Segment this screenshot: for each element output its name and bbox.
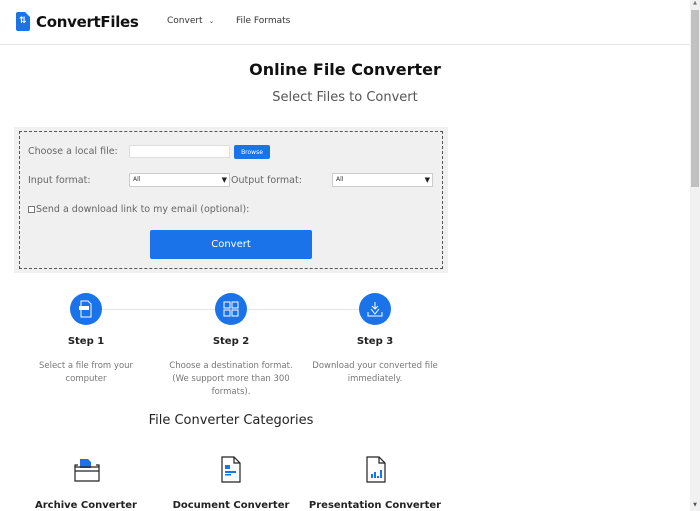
step-1-badge — [70, 293, 102, 325]
chevron-down-icon: ▼ — [221, 176, 227, 184]
input-format-value: All — [133, 176, 141, 183]
nav-convert-label: Convert — [167, 16, 203, 26]
nav-file-formats[interactable]: File Formats — [236, 16, 290, 26]
email-checkbox-label: Send a download link to my email (option… — [36, 204, 250, 215]
step-2-badge — [215, 293, 247, 325]
archive-icon[interactable] — [72, 455, 102, 485]
logo[interactable]: ⇅ ConvertFiles — [16, 12, 139, 31]
chevron-down-icon: ⌄ — [208, 17, 215, 25]
scrollbar-thumb[interactable] — [691, 10, 699, 187]
file-input[interactable] — [129, 145, 230, 158]
grid-icon — [223, 301, 239, 317]
file-upload-icon — [79, 300, 92, 318]
logo-text: ConvertFiles — [36, 12, 139, 31]
convert-button[interactable]: Convert — [150, 230, 312, 259]
input-format-select[interactable]: All ▼ — [129, 173, 230, 187]
step-3-badge — [359, 293, 391, 325]
browse-button[interactable]: Browse — [234, 145, 270, 159]
archive-converter-link[interactable]: Archive Converter — [11, 500, 161, 511]
step-2-title: Step 2 — [212, 336, 250, 347]
step-3-description: Download your converted file immediately… — [312, 361, 438, 384]
page-title: Online File Converter — [249, 60, 441, 79]
vertical-scrollbar[interactable]: ▲ ▼ — [690, 0, 700, 511]
email-checkbox[interactable] — [28, 206, 35, 213]
categories-title: File Converter Categories — [148, 413, 314, 428]
presentation-converter-link[interactable]: Presentation Converter — [300, 500, 450, 511]
download-icon — [367, 302, 383, 317]
site-header: ⇅ ConvertFiles Convert ⌄ File Formats — [0, 0, 690, 45]
document-converter-link[interactable]: Document Converter — [156, 500, 306, 511]
scroll-down-arrow-icon[interactable]: ▼ — [690, 502, 700, 511]
scroll-up-arrow-icon[interactable]: ▲ — [690, 0, 700, 9]
document-icon[interactable] — [216, 455, 246, 485]
step-3-title: Step 3 — [356, 336, 394, 347]
step-1-title: Step 1 — [67, 336, 105, 347]
step-2-description: Choose a destination format. (We support… — [169, 361, 293, 397]
logo-icon: ⇅ — [16, 12, 30, 31]
nav-file-formats-label: File Formats — [236, 16, 291, 26]
chevron-down-icon: ▼ — [424, 176, 430, 184]
file-label: Choose a local file: — [28, 146, 118, 157]
output-format-value: All — [336, 176, 344, 183]
output-format-label: Output format: — [231, 175, 302, 186]
nav-convert[interactable]: Convert ⌄ — [167, 16, 214, 26]
page-subtitle: Select Files to Convert — [272, 90, 418, 105]
presentation-icon[interactable] — [361, 455, 391, 485]
output-format-select[interactable]: All ▼ — [332, 173, 433, 187]
step-1-description: Select a file from your computer — [38, 361, 134, 384]
input-format-label: Input format: — [28, 175, 91, 186]
